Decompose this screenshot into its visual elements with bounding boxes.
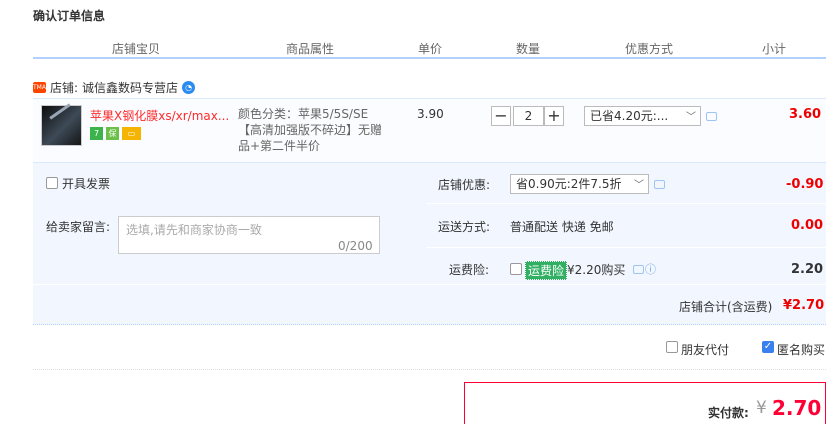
discount-info-icon[interactable]	[654, 180, 665, 189]
insurance-info-icon[interactable]	[633, 265, 644, 274]
7-day-return-icon[interactable]: 7	[90, 127, 103, 140]
store-discount-value: 省0.90元:2件7.5折	[516, 177, 622, 191]
col-header-unit-price: 单价	[418, 42, 443, 56]
chevron-down-icon: ﹀	[634, 180, 644, 191]
attr-line: 【高清加强版不碎边】无赠	[238, 123, 383, 137]
store-discount-label: 店铺优惠:	[438, 178, 491, 192]
promo-select-value: 已省4.20元:...	[590, 109, 669, 123]
store-row: TMALL 店铺: 诚信鑫数码专营店 ◔	[33, 79, 196, 96]
col-header-quantity: 数量	[516, 42, 541, 56]
promo-info-icon[interactable]	[706, 112, 717, 121]
unit-price: 3.90	[417, 107, 444, 121]
anonymous-checkbox[interactable]: ✓	[762, 341, 774, 353]
insurance-badge: 运费险	[525, 261, 568, 280]
insurance-checkbox[interactable]	[510, 263, 522, 275]
message-label: 给卖家留言:	[46, 220, 111, 234]
qty-minus-button[interactable]: −	[491, 106, 511, 126]
quantity-input[interactable]: 2	[513, 106, 544, 126]
store-discount-amount: -0.90	[786, 177, 824, 192]
payment-amount: 2.70	[772, 396, 822, 420]
store-total-label: 店铺合计(含运费)	[679, 300, 773, 314]
divider	[426, 203, 826, 204]
friend-pay-label: 朋友代付	[681, 343, 730, 357]
qty-plus-button[interactable]: +	[544, 106, 564, 126]
promo-select[interactable]: 已省4.20元:... ﹀	[584, 106, 701, 126]
invoice-label: 开具发票	[62, 177, 111, 191]
col-header-subtotal: 小计	[762, 42, 787, 56]
divider	[426, 247, 826, 248]
col-header-store-item: 店铺宝贝	[112, 42, 161, 56]
wangwang-chat-icon[interactable]: ◔	[182, 81, 196, 94]
attr-line: 颜色分类：苹果5/5S/SE	[238, 107, 369, 121]
insurance-price: ¥2.20购买	[567, 263, 626, 277]
invoice-checkbox[interactable]	[46, 177, 58, 189]
insurance-label: 运费险:	[449, 263, 490, 277]
header-divider	[33, 57, 826, 59]
col-header-attributes: 商品属性	[286, 42, 335, 56]
currency-symbol: ¥	[756, 398, 767, 418]
tmall-icon: TMALL	[33, 82, 53, 93]
store-label: 店铺:	[50, 81, 79, 95]
guarantee-icon[interactable]: 保	[106, 127, 119, 140]
insurance-amount: 2.20	[791, 262, 824, 277]
page-title: 确认订单信息	[33, 9, 106, 23]
col-header-discount: 优惠方式	[625, 42, 674, 56]
friend-pay-checkbox[interactable]	[666, 341, 678, 353]
store-discount-select[interactable]: 省0.90元:2件7.5折 ﹀	[510, 174, 649, 194]
product-attributes: 颜色分类：苹果5/5S/SE 【高清加强版不碎边】无赠 品+第二件半价	[238, 106, 388, 154]
attr-line: 品+第二件半价	[238, 139, 321, 153]
message-counter: 0/200	[338, 239, 373, 253]
product-name-link[interactable]: 苹果X钢化膜xs/xr/max...	[90, 107, 235, 124]
divider	[33, 369, 826, 370]
item-subtotal: 3.60	[789, 107, 822, 122]
store-name-link[interactable]: 诚信鑫数码专营店	[82, 79, 178, 96]
credit-card-icon[interactable]: ▭	[122, 127, 141, 140]
chevron-down-icon: ﹀	[686, 112, 696, 123]
shipping-amount: 0.00	[791, 218, 824, 233]
help-icon[interactable]: ⓘ	[645, 261, 656, 277]
message-placeholder: 选填,请先和商家协商一致	[126, 223, 262, 237]
anonymous-label: 匿名购买	[777, 343, 826, 357]
shipping-method: 普通配送 快递 免邮	[510, 220, 614, 234]
payment-label: 实付款:	[708, 406, 749, 420]
store-total-amount: ¥2.70	[783, 298, 825, 313]
shipping-label: 运送方式:	[438, 220, 491, 234]
